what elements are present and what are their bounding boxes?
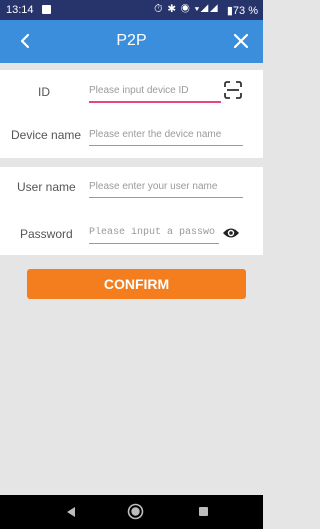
nav-back-icon[interactable] <box>65 506 77 518</box>
status-time: 13:14 <box>6 4 34 16</box>
nav-recents-icon[interactable] <box>199 507 208 516</box>
device-id-input[interactable]: Please input device ID <box>89 85 221 103</box>
user-info-section: User name Please enter your user name Pa… <box>0 167 263 255</box>
status-bar: 13:14 ⏱ ✱ ◉ ▾◢◢ ▮73 % <box>0 0 263 20</box>
app-bar: P2P <box>0 20 263 63</box>
notification-icon <box>42 5 51 14</box>
page-title: P2P <box>116 32 147 49</box>
device-name-input[interactable]: Please enter the device name <box>89 129 243 146</box>
system-navigation-bar <box>0 495 263 529</box>
password-input[interactable]: Please input a passwo <box>89 227 219 244</box>
show-password-eye-icon[interactable] <box>222 226 240 240</box>
device-info-section: ID Please input device ID Device name Pl… <box>0 70 263 158</box>
status-icons: ⏱ ✱ ◉ ▾◢◢ <box>154 3 219 15</box>
scan-qr-icon[interactable] <box>223 80 243 100</box>
password-label: Password <box>20 227 73 241</box>
username-label: User name <box>17 180 76 194</box>
battery-indicator: ▮73 % <box>226 5 258 17</box>
confirm-button[interactable]: CONFIRM <box>27 269 246 299</box>
device-name-label: Device name <box>11 128 82 142</box>
nav-home-icon[interactable] <box>127 503 144 520</box>
close-icon[interactable] <box>229 28 253 54</box>
id-label: ID <box>38 85 50 99</box>
username-input[interactable]: Please enter your user name <box>89 181 243 198</box>
